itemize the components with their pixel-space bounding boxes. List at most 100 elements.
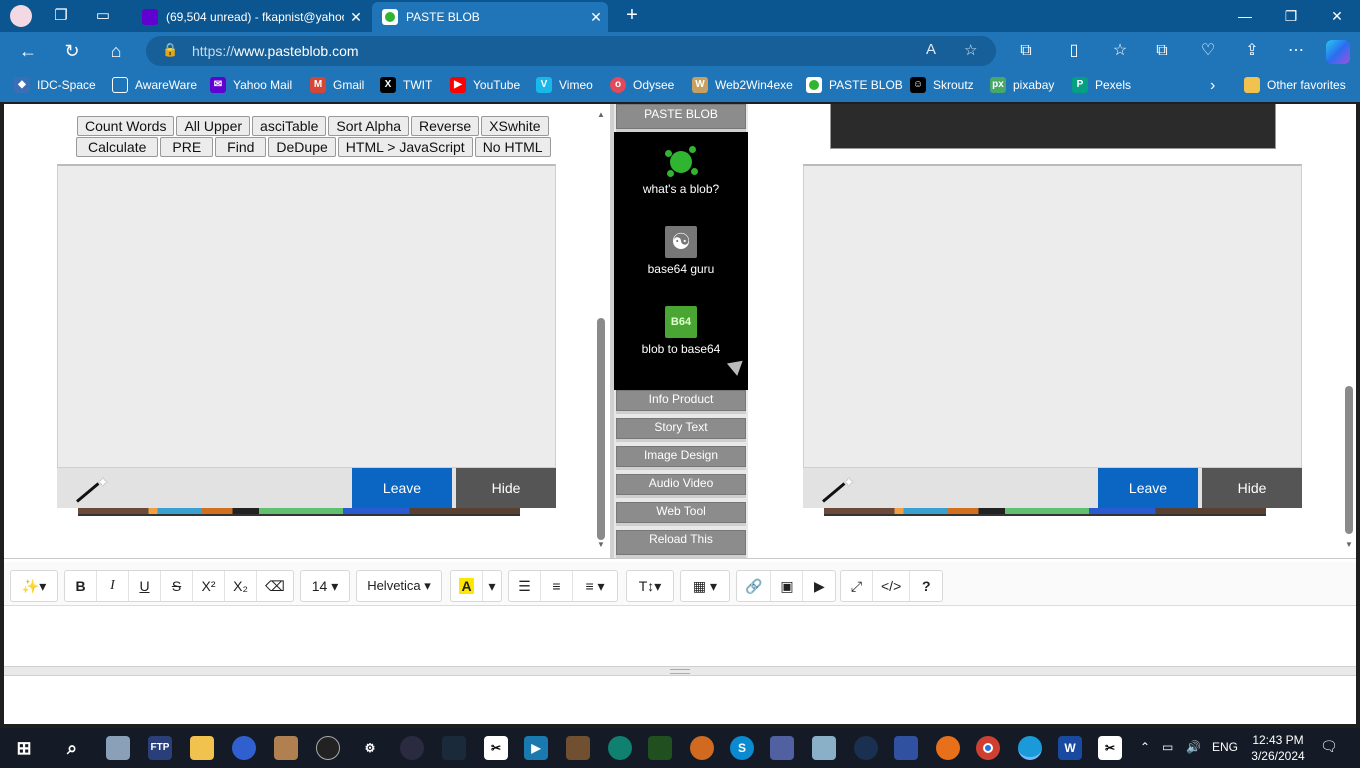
language-indicator[interactable]: ENG: [1212, 740, 1238, 754]
dedupe-button[interactable]: DeDupe: [268, 137, 336, 157]
scroll-thumb[interactable]: [597, 318, 605, 540]
right-top-textarea[interactable]: [830, 104, 1276, 149]
code-view-icon[interactable]: </>: [873, 571, 911, 601]
fav-other-favorites[interactable]: Other favorites: [1244, 77, 1346, 93]
link-icon[interactable]: 🔗: [737, 571, 772, 601]
xswhite-button[interactable]: XSwhite: [481, 116, 549, 136]
capcut-icon[interactable]: ✂: [484, 736, 508, 760]
ftp-icon[interactable]: FTP: [148, 736, 172, 760]
left-text-editor[interactable]: [57, 164, 556, 468]
media-app-icon[interactable]: [442, 736, 466, 760]
right-leave-button[interactable]: Leave: [1098, 468, 1198, 508]
rich-editor-content[interactable]: [4, 606, 1356, 666]
underline-icon[interactable]: U: [129, 571, 161, 601]
read-aloud-icon[interactable]: A: [926, 41, 936, 58]
restore-icon[interactable]: ❐: [1268, 0, 1314, 32]
windows-start-icon[interactable]: ⊞: [12, 736, 36, 760]
back-icon[interactable]: ←: [14, 38, 42, 64]
audio-video-button[interactable]: Audio Video: [616, 474, 746, 498]
asci-table-button[interactable]: asciTable: [252, 116, 327, 136]
eraser-icon[interactable]: ⌫: [257, 571, 293, 601]
file-explorer-icon[interactable]: [190, 736, 214, 760]
right-hide-button[interactable]: Hide: [1202, 468, 1302, 508]
editor-resize-handle[interactable]: [4, 666, 1356, 676]
image-design-button[interactable]: Image Design: [616, 446, 746, 470]
italic-icon[interactable]: I: [97, 571, 129, 601]
bullet-list-icon[interactable]: ☰: [509, 571, 541, 601]
fav-yahoo-mail[interactable]: ✉ Yahoo Mail: [210, 77, 292, 93]
right-text-editor[interactable]: [803, 164, 1302, 468]
close-icon[interactable]: ✕: [584, 9, 608, 26]
dark-app-icon[interactable]: [854, 736, 878, 760]
strikethrough-icon[interactable]: S: [161, 571, 193, 601]
more-menu-icon[interactable]: ⋯: [1284, 40, 1308, 64]
left-scrollbar[interactable]: ▲ ▼: [596, 110, 606, 550]
camera-app-icon[interactable]: [316, 736, 340, 760]
calculate-button[interactable]: Calculate: [76, 137, 159, 157]
reload-this-button[interactable]: Reload This: [616, 530, 746, 558]
fav-web2win4exe[interactable]: W Web2Win4exe: [692, 77, 793, 93]
superscript-icon[interactable]: X²: [193, 571, 225, 601]
scroll-down-arrow-icon[interactable]: ▼: [1344, 540, 1354, 549]
image-icon[interactable]: ▣: [771, 571, 804, 601]
teal-app-icon[interactable]: [608, 736, 632, 760]
left-leave-button[interactable]: Leave: [352, 468, 452, 508]
game-icon[interactable]: [566, 736, 590, 760]
fav-pexels[interactable]: P Pexels: [1072, 77, 1131, 93]
tab-paste-blob[interactable]: PASTE BLOB ✕: [372, 2, 608, 32]
html-to-javascript-button[interactable]: HTML > JavaScript: [337, 137, 473, 157]
edge-icon[interactable]: [1018, 736, 1042, 760]
window-close-icon[interactable]: ✕: [1314, 0, 1360, 32]
fav-skroutz[interactable]: ☺ Skroutz: [910, 77, 974, 93]
fav-paste-blob[interactable]: PASTE BLOB: [806, 77, 903, 93]
monitor-app-icon[interactable]: [648, 736, 672, 760]
info-product-button[interactable]: Info Product: [616, 390, 746, 414]
search-icon[interactable]: ⌕: [60, 736, 84, 760]
magic-wand-icon[interactable]: ✦: [75, 474, 109, 503]
text-color-icon[interactable]: A: [451, 571, 483, 601]
fav-youtube[interactable]: ▶ YouTube: [450, 77, 520, 93]
pre-button[interactable]: PRE: [160, 137, 214, 157]
favorites-overflow-chevron-icon[interactable]: ›: [1210, 77, 1215, 95]
fav-pixabay[interactable]: px pixabay: [990, 77, 1054, 93]
whats-a-blob-link[interactable]: what's a blob?: [614, 146, 748, 196]
new-tab-icon[interactable]: +: [620, 4, 644, 28]
scroll-thumb[interactable]: [1345, 386, 1353, 534]
split-screen-icon[interactable]: ▯: [1062, 40, 1086, 64]
color-dropdown-icon[interactable]: ▾: [483, 571, 501, 601]
vertical-tabs-icon[interactable]: ▭: [92, 5, 114, 27]
notes-icon[interactable]: [812, 736, 836, 760]
skype-icon[interactable]: S: [730, 736, 754, 760]
clock[interactable]: 12:43 PM 3/26/2024: [1248, 732, 1308, 764]
extensions-icon[interactable]: ⧉: [1014, 40, 1038, 64]
network-icon[interactable]: ▭: [1162, 740, 1173, 754]
magic-style-dropdown-icon[interactable]: ✨▾: [11, 571, 57, 601]
story-text-button[interactable]: Story Text: [616, 418, 746, 442]
settings-gear-icon[interactable]: ⚙: [358, 736, 382, 760]
fav-awareware[interactable]: AwareWare: [112, 77, 197, 93]
no-html-button[interactable]: No HTML: [474, 137, 551, 157]
subscript-icon[interactable]: X₂: [225, 571, 257, 601]
orange-app-icon[interactable]: [690, 736, 714, 760]
close-icon[interactable]: ✕: [344, 9, 368, 26]
scroll-down-arrow-icon[interactable]: ▼: [596, 540, 606, 549]
image-viewer-icon[interactable]: [770, 736, 794, 760]
save-app-icon[interactable]: [894, 736, 918, 760]
collections-icon[interactable]: ⧉: [1150, 40, 1174, 64]
all-upper-button[interactable]: All Upper: [176, 116, 251, 136]
blob-to-base64-link[interactable]: B64 blob to base64: [614, 306, 748, 356]
fav-twit[interactable]: X TWIT: [380, 77, 432, 93]
web-tool-button[interactable]: Web Tool: [616, 502, 746, 526]
share-icon[interactable]: ⇪: [1240, 40, 1264, 64]
base64-guru-link[interactable]: ☯ base64 guru: [614, 226, 748, 276]
archive-icon[interactable]: [274, 736, 298, 760]
word-icon[interactable]: W: [1058, 736, 1082, 760]
volume-icon[interactable]: 🔊: [1186, 740, 1201, 754]
numbered-list-icon[interactable]: ≡: [541, 571, 573, 601]
find-button[interactable]: Find: [215, 137, 267, 157]
copilot-icon[interactable]: [1326, 40, 1350, 64]
app-icon[interactable]: [232, 736, 256, 760]
paste-blob-button[interactable]: PASTE BLOB: [616, 104, 746, 132]
scroll-up-arrow-icon[interactable]: ▲: [596, 110, 606, 119]
home-icon[interactable]: ⌂: [102, 38, 130, 64]
